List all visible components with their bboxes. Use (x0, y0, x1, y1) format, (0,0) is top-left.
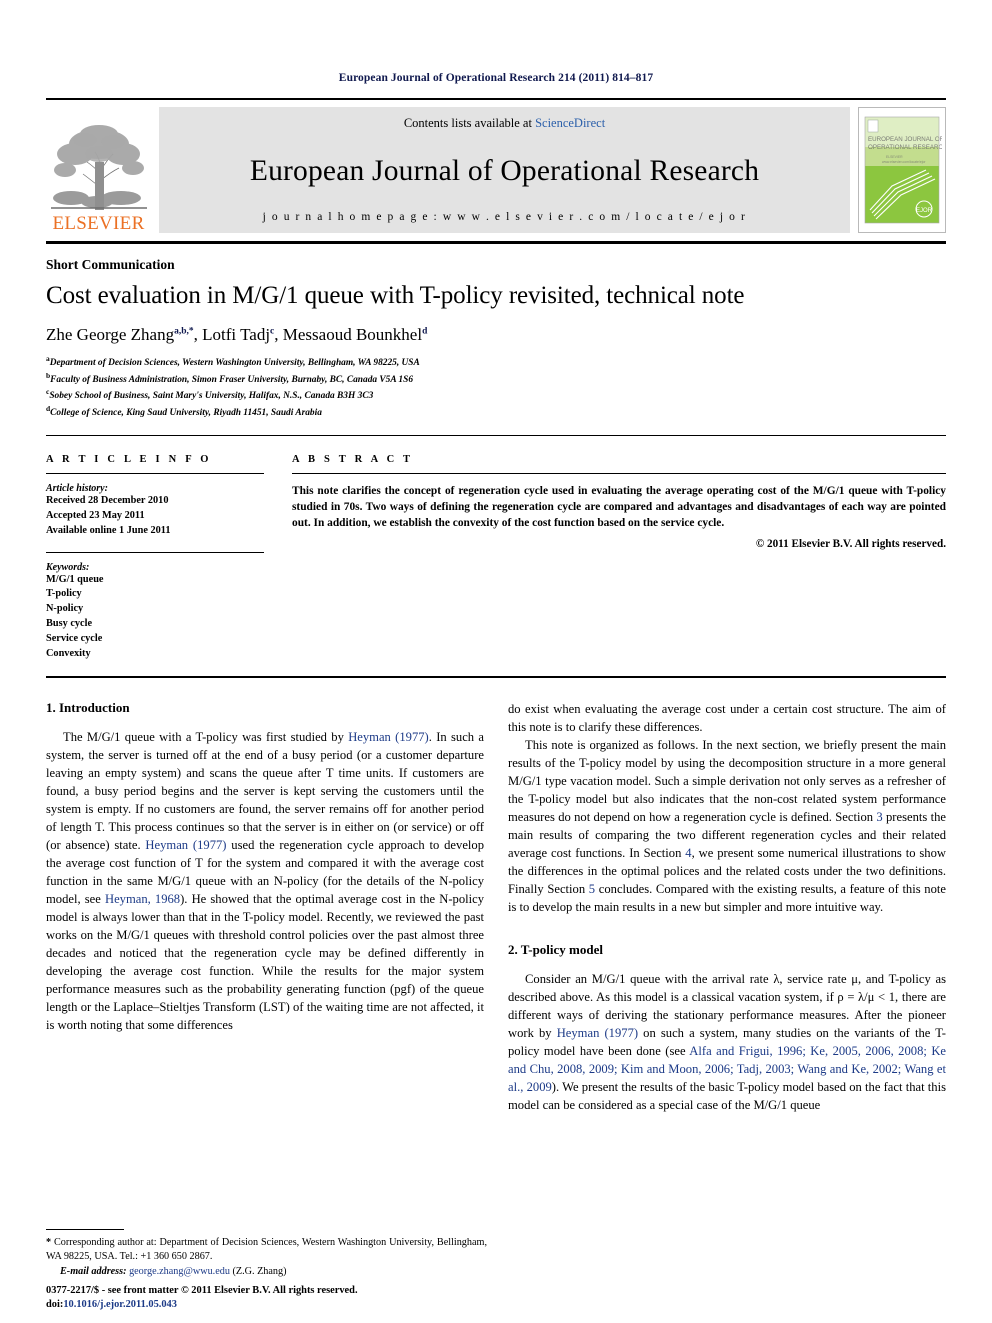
copyright-line: © 2011 Elsevier B.V. All rights reserved… (755, 538, 946, 551)
title-block: Short Communication Cost evaluation in M… (46, 244, 946, 421)
author-1-affiliation-marker: a,b,* (174, 326, 194, 337)
author-list: Zhe George Zhanga,b,*, Lotfi Tadjc, Mess… (46, 325, 946, 345)
svg-text:EJOR: EJOR (916, 208, 933, 214)
elsevier-tree-icon (48, 118, 149, 213)
affiliation-d: dCollege of Science, King Saud Universit… (46, 404, 946, 421)
doi-link[interactable]: 10.1016/j.ejor.2011.05.043 (63, 1299, 177, 1310)
author-3[interactable]: Messaoud Bounkhel (283, 325, 422, 344)
email-suffix: (Z.G. Zhang) (229, 1265, 287, 1277)
paragraph-introduction: The M/G/1 queue with a T-policy was firs… (46, 728, 484, 1034)
footnote-text: Corresponding author at: Department of D… (46, 1236, 487, 1263)
paragraph-organization: This note is organized as follows. In th… (508, 736, 946, 916)
journal-cover-thumbnail: EUROPEAN JOURNAL OF OPERATIONAL RESEARCH… (858, 107, 946, 233)
keywords-label: Keywords: (46, 561, 90, 573)
paragraph-introduction-continued: do exist when evaluating the average cos… (508, 702, 946, 735)
affiliation-a: aDepartment of Decision Sciences, Wester… (46, 354, 946, 371)
elsevier-logo: ELSEVIER (46, 107, 151, 233)
abstract-column: A B S T R A C T This note clarifies the … (292, 454, 946, 662)
text-run: The M/G/1 queue with a T-policy was firs… (63, 730, 349, 745)
journal-homepage-line[interactable]: j o u r n a l h o m e p a g e : w w w . … (263, 211, 747, 223)
affiliation-b-text: Faculty of Business Administration, Simo… (50, 374, 414, 385)
affiliation-c-text: Sobey School of Business, Saint Mary's U… (49, 391, 374, 402)
section-heading-introduction: 1. Introduction (46, 700, 130, 716)
author-3-affiliation-marker: d (422, 326, 428, 337)
running-head: European Journal of Operational Research… (338, 72, 654, 84)
right-column: do exist when evaluating the average cos… (508, 700, 946, 1245)
author-2[interactable]: Lotfi Tadj (202, 325, 270, 344)
doi-label: doi: (46, 1299, 64, 1311)
keyword-item: T-policy (46, 588, 82, 600)
page-title: Cost evaluation in M/G/1 queue with T-po… (46, 282, 745, 309)
citation-link[interactable]: Heyman (1977) (145, 838, 226, 852)
keywords-rule (46, 551, 264, 553)
paragraph-t-policy-model: Consider an M/G/1 queue with the arrival… (508, 970, 946, 1114)
abstract-bottom-divider (46, 676, 946, 679)
abstract-text: This note clarifies the concept of regen… (292, 484, 946, 530)
keyword-item: Busy cycle (46, 618, 93, 630)
corresponding-author-note: * Corresponding author at: Department of… (46, 1236, 487, 1265)
journal-title: European Journal of Operational Research (249, 154, 760, 187)
journal-band: Contents lists available at ScienceDirec… (159, 107, 850, 233)
article-type: Short Communication (46, 257, 175, 272)
svg-text:www.elsevier.com/locate/ejor: www.elsevier.com/locate/ejor (882, 160, 926, 164)
svg-text:EUROPEAN JOURNAL OF: EUROPEAN JOURNAL OF (868, 136, 942, 143)
keyword-item: M/G/1 queue (46, 573, 104, 585)
abstract-heading: A B S T R A C T (292, 453, 414, 465)
imprint-doi: doi:10.1016/j.ejor.2011.05.043 (46, 1298, 506, 1313)
elsevier-wordmark: ELSEVIER (52, 213, 145, 234)
affiliation-b: bFaculty of Business Administration, Sim… (46, 371, 946, 388)
email-note: E-mail address: george.zhang@wwu.edu (Z.… (46, 1265, 487, 1279)
paper-page: European Journal of Operational Research… (0, 0, 992, 1323)
affiliation-list: aDepartment of Decision Sciences, Wester… (46, 354, 946, 421)
affiliation-c: cSobey School of Business, Saint Mary's … (46, 387, 946, 404)
author-sep-1: , (193, 324, 203, 344)
article-history-label: Article history: (46, 482, 108, 494)
citation-link[interactable]: Heyman (1977) (557, 1026, 638, 1040)
journal-masthead: ELSEVIER Contents lists available at Sci… (46, 98, 946, 233)
left-column: 1. Introduction The M/G/1 queue with a T… (46, 700, 484, 1245)
article-history-accepted: Accepted 23 May 2011 (46, 509, 145, 521)
info-abstract-region: A R T I C L E I N F O Article history: R… (46, 436, 946, 662)
affiliation-d-text: College of Science, King Saud University… (50, 408, 322, 419)
article-info-heading: A R T I C L E I N F O (46, 453, 212, 465)
email-link[interactable]: george.zhang@wwu.edu (129, 1266, 230, 1277)
footnote-block: * Corresponding author at: Department of… (46, 1228, 487, 1279)
sciencedirect-link[interactable]: ScienceDirect (535, 116, 605, 130)
text-run: ). He showed that the optimal average co… (46, 892, 484, 1033)
email-label: E-mail address: (60, 1265, 127, 1277)
article-history-received: Received 28 December 2010 (46, 494, 169, 506)
imprint-block: 0377-2217/$ - see front matter © 2011 El… (46, 1284, 506, 1313)
keyword-item: Service cycle (46, 633, 103, 645)
affiliation-a-text: Department of Decision Sciences, Western… (49, 357, 420, 368)
article-info-rule (46, 472, 264, 474)
citation-link[interactable]: Heyman (1977) (348, 730, 429, 744)
author-sep-2: , (274, 324, 283, 344)
keyword-item: N-policy (46, 603, 84, 615)
text-run: . In such a system, the server is turned… (46, 730, 485, 853)
citation-link[interactable]: Heyman, 1968 (105, 892, 180, 906)
footnote-rule (46, 1228, 124, 1230)
cover-artwork-icon: EUROPEAN JOURNAL OF OPERATIONAL RESEARCH… (862, 114, 942, 226)
contents-prefix: Contents lists available at (403, 116, 536, 130)
svg-text:OPERATIONAL RESEARCH: OPERATIONAL RESEARCH (868, 144, 942, 151)
text-run: ). We present the results of the basic T… (508, 1080, 946, 1113)
svg-text:ELSEVIER: ELSEVIER (886, 155, 903, 159)
section-heading-t-policy-model: 2. T-policy model (508, 942, 603, 958)
article-history-online: Available online 1 June 2011 (46, 524, 171, 536)
article-info-column: A R T I C L E I N F O Article history: R… (46, 454, 292, 662)
abstract-rule (292, 472, 946, 474)
author-1[interactable]: Zhe George Zhang (46, 325, 174, 344)
imprint-front-matter: 0377-2217/$ - see front matter © 2011 El… (46, 1284, 358, 1296)
keyword-item: Convexity (46, 648, 91, 660)
body-columns: 1. Introduction The M/G/1 queue with a T… (46, 700, 946, 1245)
contents-available-line: Contents lists available at ScienceDirec… (404, 116, 605, 131)
